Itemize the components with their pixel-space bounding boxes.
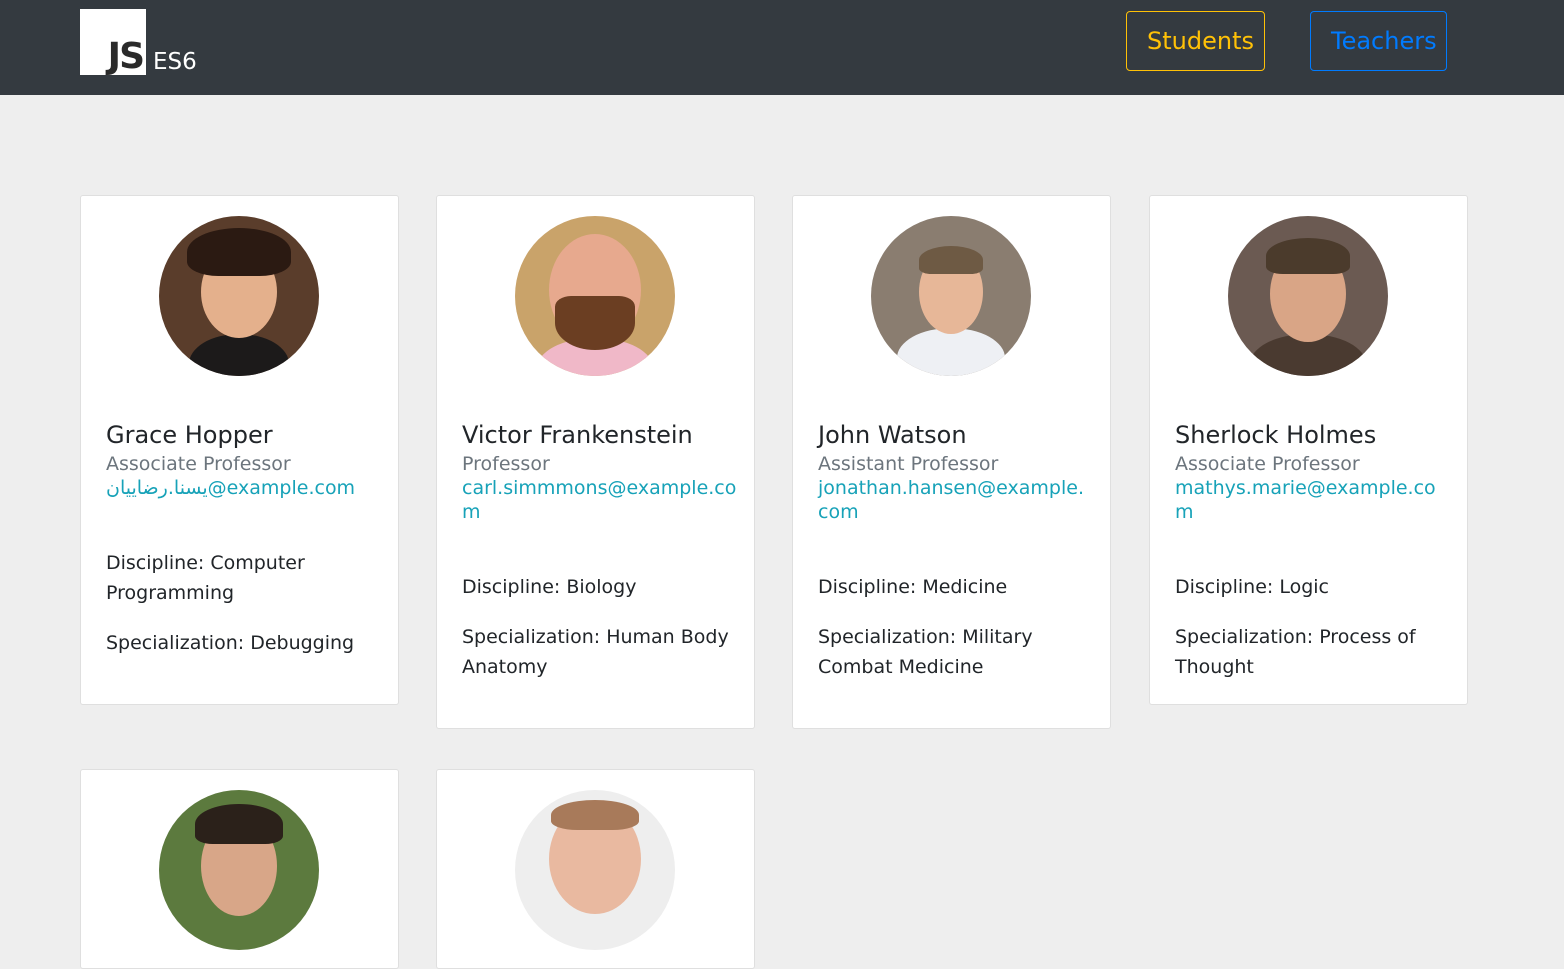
teacher-avatar [871,216,1031,376]
teacher-discipline: Discipline: Biology [462,576,637,598]
teacher-card [436,769,755,969]
js-logo: JS [80,9,146,75]
teacher-name: Grace Hopper [106,421,273,449]
js-logo-text: JS [107,36,145,77]
teacher-card: Sherlock Holmes Associate Professor math… [1149,195,1468,705]
navbar: JS ES6 Students Teachers [0,0,1564,95]
teacher-discipline: Discipline: Logic [1175,576,1329,598]
teachers-button[interactable]: Teachers [1310,11,1447,71]
teacher-avatar [159,216,319,376]
teacher-avatar [515,790,675,950]
teacher-card: John Watson Assistant Professor jonathan… [792,195,1111,729]
teacher-discipline: Discipline: Medicine [818,576,1008,598]
teacher-specialization: Specialization: Human Body Anatomy [462,626,729,678]
teacher-card [80,769,399,969]
brand-text: ES6 [153,49,197,75]
teacher-email-link[interactable]: jonathan.hansen@example.com [818,476,1093,524]
teacher-name: Victor Frankenstein [462,421,693,449]
teacher-card: Victor Frankenstein Professor carl.simmm… [436,195,755,729]
teacher-email-link[interactable]: mathys.marie@example.com [1175,476,1450,524]
teacher-avatar [515,216,675,376]
teacher-avatar [1228,216,1388,376]
teacher-specialization: Specialization: Military Combat Medicine [818,626,1033,678]
students-button[interactable]: Students [1126,11,1265,71]
teacher-name: John Watson [818,421,967,449]
teacher-specialization: Specialization: Process of Thought [1175,626,1416,678]
teacher-specialization: Specialization: Debugging [106,632,355,654]
teacher-discipline: Discipline: Computer Programming [106,552,305,604]
teacher-email-link[interactable]: يسنا.رضاییان@example.com [106,476,381,500]
teacher-name: Sherlock Holmes [1175,421,1377,449]
teacher-avatar [159,790,319,950]
teacher-email-link[interactable]: carl.simmmons@example.com [462,476,737,524]
teacher-card: Grace Hopper Associate Professor يسنا.رض… [80,195,399,705]
brand-home-link[interactable]: JS ES6 [80,9,197,75]
